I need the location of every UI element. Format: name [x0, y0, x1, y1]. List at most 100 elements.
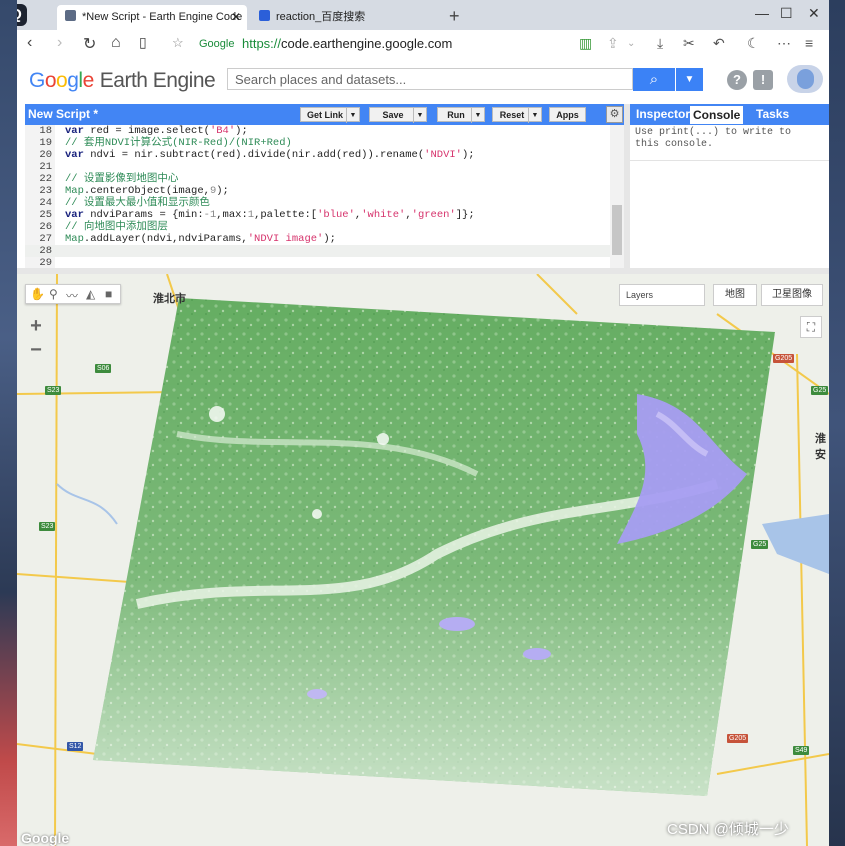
- tab-inspector[interactable]: Inspector: [636, 107, 690, 121]
- line-tool-icon[interactable]: 〰: [66, 287, 78, 304]
- url-field[interactable]: ☆ Google https://code.earthengine.google…: [172, 33, 572, 55]
- code-line[interactable]: 21: [25, 161, 624, 173]
- code-line[interactable]: 28: [25, 245, 624, 257]
- satellite-type-button[interactable]: 卫星图像: [761, 284, 823, 306]
- code-line[interactable]: 24 // 设置最大最小值和显示颜色: [25, 197, 624, 209]
- scissors-icon[interactable]: ✂: [683, 35, 695, 52]
- code-text: // 套用NDVI计算公式(NIR-Red)/(NIR+Red): [65, 137, 292, 149]
- get-link-button[interactable]: Get Link ▼: [300, 107, 360, 123]
- read-mode-icon[interactable]: ▥: [579, 35, 592, 52]
- gear-icon[interactable]: ⚙: [606, 106, 623, 123]
- road-sign: G205: [727, 734, 749, 743]
- url-scheme: https://: [242, 36, 282, 51]
- line-number: 28: [39, 245, 52, 257]
- code-line[interactable]: 18 var red = image.select('B4');: [25, 125, 624, 137]
- night-mode-icon[interactable]: ☾: [747, 35, 760, 52]
- chevron-down-icon[interactable]: ⌄: [627, 38, 635, 49]
- site-label: Google: [199, 38, 235, 50]
- help-icon[interactable]: ?: [727, 70, 747, 90]
- zoom-out-button[interactable]: −: [25, 338, 47, 362]
- logo-google: Google: [29, 69, 94, 92]
- zoom-in-button[interactable]: +: [25, 314, 47, 338]
- code-line[interactable]: 23 Map.centerObject(image,9);: [25, 185, 624, 197]
- feedback-icon[interactable]: !: [753, 70, 773, 90]
- line-number: 27: [39, 233, 52, 245]
- share-icon[interactable]: ⇪: [607, 35, 619, 52]
- code-line[interactable]: 20 var ndvi = nir.subtract(red).divide(ni…: [25, 149, 624, 161]
- maximize-icon[interactable]: ☐: [780, 5, 793, 22]
- polygon-tool-icon[interactable]: ◭: [86, 287, 95, 301]
- console-message: Use print(...) to write to this console.: [635, 127, 792, 150]
- code-text: // 设置影像到地图中心: [65, 173, 179, 185]
- browser-window: Q *New Script - Earth Engine Code ✕ reac…: [17, 0, 829, 846]
- line-number: 21: [39, 161, 52, 173]
- tab-baidu[interactable]: reaction_百度搜索: [251, 5, 421, 30]
- apps-button[interactable]: Apps: [549, 107, 586, 122]
- road-sign: G25: [751, 540, 769, 549]
- drawing-tools: ✋ ⚲ 〰 ◭ ■: [25, 284, 121, 304]
- code-line[interactable]: 25 var ndviParams = {min:-1,max:1,palette…: [25, 209, 624, 221]
- river: [56, 483, 118, 525]
- ndvi-layer: [93, 298, 775, 796]
- download-icon[interactable]: ⤓: [657, 35, 663, 52]
- tab-console[interactable]: Console: [690, 106, 744, 124]
- reset-button[interactable]: Reset ▼: [492, 107, 542, 123]
- menu-icon[interactable]: ≡: [805, 35, 813, 51]
- city-huaian: 淮安: [815, 433, 826, 461]
- code-line[interactable]: 26 // 向地图中添加图层: [25, 221, 624, 233]
- road-sign: S23: [39, 522, 56, 531]
- tab-title: reaction_百度搜索: [276, 11, 366, 23]
- code-line[interactable]: 22 // 设置影像到地图中心: [25, 173, 624, 185]
- more-icon[interactable]: ⋯: [777, 35, 791, 52]
- reader-icon[interactable]: ▯: [139, 34, 147, 51]
- console-divider: [630, 160, 829, 161]
- undo-icon[interactable]: ↶: [713, 35, 725, 52]
- csdn-watermark: CSDN @倾城一少: [667, 821, 789, 838]
- code-line[interactable]: 29: [25, 257, 624, 268]
- marker-tool-icon[interactable]: ⚲: [49, 287, 58, 301]
- save-button[interactable]: Save ▼: [369, 107, 427, 123]
- desktop-left-strip: [0, 0, 17, 846]
- home-icon[interactable]: ⌂: [111, 34, 121, 52]
- back-icon[interactable]: ‹: [27, 34, 32, 52]
- close-tab-icon[interactable]: ✕: [231, 5, 241, 30]
- tab-earth-engine[interactable]: *New Script - Earth Engine Code ✕: [57, 5, 247, 30]
- minimize-icon[interactable]: —: [755, 5, 769, 21]
- hand-tool-icon[interactable]: ✋: [30, 287, 45, 301]
- map-canvas[interactable]: [17, 274, 829, 846]
- map-view[interactable]: ✋ ⚲ 〰 ◭ ■ + − Layers 地图 卫星图像 ⛶ 淮北市 淮安 S0…: [17, 274, 829, 846]
- logo-product: Earth Engine: [99, 69, 216, 92]
- scroll-thumb[interactable]: [612, 205, 622, 255]
- fullscreen-icon[interactable]: ⛶: [800, 316, 822, 338]
- run-button[interactable]: Run ▼: [437, 107, 485, 123]
- line-number: 29: [39, 257, 52, 268]
- code-editor[interactable]: 18 var red = image.select('B4'); 19 // 套用ND…: [25, 125, 624, 268]
- rectangle-tool-icon[interactable]: ■: [105, 287, 112, 301]
- close-window-icon[interactable]: ✕: [808, 5, 820, 22]
- search-input[interactable]: Search places and datasets...: [227, 68, 633, 90]
- tab-tasks[interactable]: Tasks: [756, 107, 789, 121]
- new-tab-icon[interactable]: +: [449, 6, 460, 27]
- line-number: 24: [39, 197, 52, 209]
- desktop-right-strip: [829, 0, 845, 846]
- avatar[interactable]: [787, 65, 823, 93]
- forward-icon[interactable]: ›: [57, 34, 62, 52]
- gear-favicon-icon: [65, 10, 76, 21]
- search-dropdown-icon[interactable]: ▼: [676, 68, 703, 91]
- zoom-control: + −: [25, 314, 47, 362]
- code-line[interactable]: 19 // 套用NDVI计算公式(NIR-Red)/(NIR+Red): [25, 137, 624, 149]
- layers-control[interactable]: Layers: [619, 284, 705, 306]
- search-icon[interactable]: ⌕: [633, 68, 675, 91]
- code-line[interactable]: 27 Map.addLayer(ndvi,ndviParams,'NDVI ima…: [25, 233, 624, 245]
- browser-logo-icon[interactable]: Q: [17, 4, 27, 26]
- bookmark-star-icon[interactable]: ☆: [172, 35, 184, 51]
- code-text: // 向地图中添加图层: [65, 221, 168, 233]
- gee-logo[interactable]: Google Earth Engine: [29, 69, 216, 93]
- code-text: // 设置最大最小值和显示颜色: [65, 197, 210, 209]
- road-sign: S49: [793, 746, 810, 755]
- reload-icon[interactable]: ↻: [83, 34, 96, 54]
- map-type-button[interactable]: 地图: [713, 284, 757, 306]
- editor-scrollbar[interactable]: [610, 125, 624, 268]
- road-sign: G205: [773, 354, 795, 363]
- code-text: Map.addLayer(ndvi,ndviParams,'NDVI image…: [65, 233, 336, 245]
